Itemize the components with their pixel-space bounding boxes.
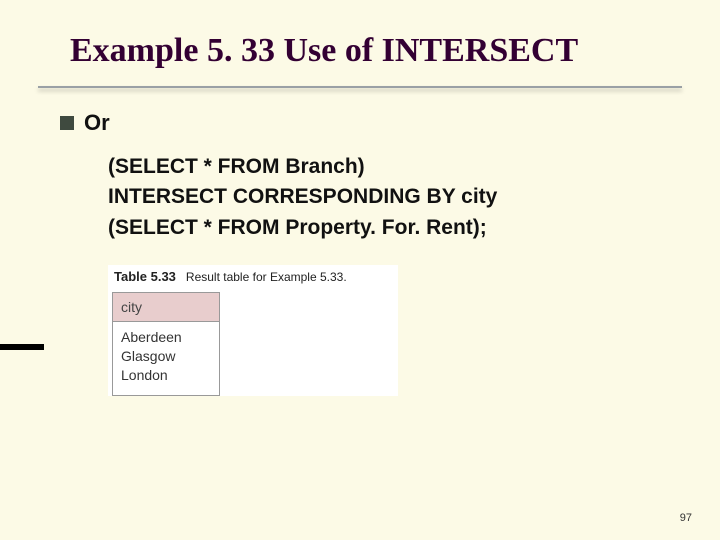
- table-row: Aberdeen: [121, 328, 211, 347]
- result-table-figure: Table 5.33 Result table for Example 5.33…: [108, 265, 398, 396]
- code-line-2: INTERSECT CORRESPONDING BY city: [108, 182, 670, 212]
- title-wrap: Example 5. 33 Use of INTERSECT: [0, 0, 720, 78]
- table-header-cell: city: [113, 293, 219, 322]
- result-table: city Aberdeen Glasgow London: [112, 292, 220, 396]
- bullet-text: Or: [84, 110, 110, 136]
- code-line-1: (SELECT * FROM Branch): [108, 152, 670, 182]
- code-line-3: (SELECT * FROM Property. For. Rent);: [108, 213, 670, 243]
- slide-title: Example 5. 33 Use of INTERSECT: [70, 32, 670, 70]
- table-caption-text: Result table for Example 5.33.: [186, 270, 347, 284]
- table-label: Table 5.33: [114, 269, 176, 284]
- left-accent-bar: [0, 344, 44, 350]
- code-block: (SELECT * FROM Branch) INTERSECT CORRESP…: [108, 152, 670, 243]
- table-caption: Table 5.33 Result table for Example 5.33…: [108, 265, 398, 292]
- square-bullet-icon: [60, 116, 74, 130]
- table-body: Aberdeen Glasgow London: [113, 322, 219, 395]
- page-number: 97: [680, 512, 692, 524]
- table-row: London: [121, 366, 211, 385]
- bullet-row: Or: [60, 110, 670, 136]
- table-row: Glasgow: [121, 347, 211, 366]
- content-area: Or (SELECT * FROM Branch) INTERSECT CORR…: [0, 88, 720, 396]
